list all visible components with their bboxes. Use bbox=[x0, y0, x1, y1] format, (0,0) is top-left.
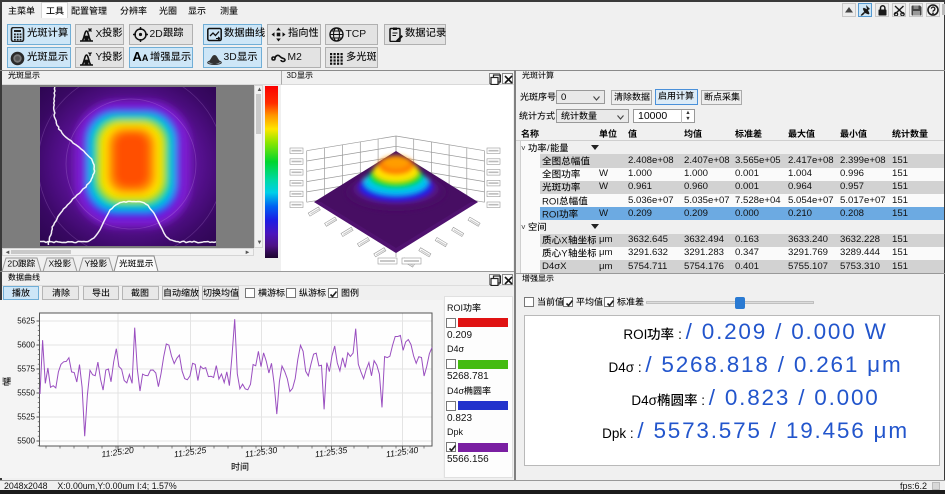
svg-text:5625: 5625 bbox=[17, 317, 35, 326]
svg-text:5550: 5550 bbox=[17, 389, 35, 398]
svg-text:5500: 5500 bbox=[17, 437, 35, 446]
svg-text:5600: 5600 bbox=[17, 341, 35, 350]
svg-text:5525: 5525 bbox=[17, 413, 35, 422]
svg-text:5575: 5575 bbox=[17, 365, 35, 374]
